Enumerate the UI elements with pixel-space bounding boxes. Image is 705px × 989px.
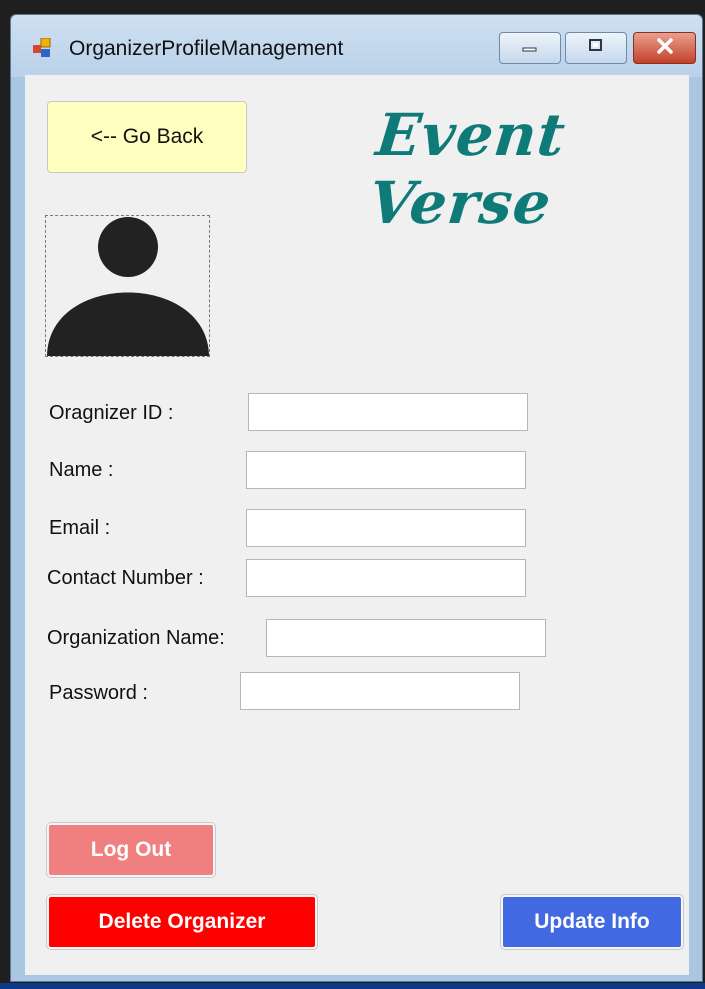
title-bar[interactable]: OrganizerProfileManagement	[11, 15, 702, 77]
app-icon	[33, 37, 53, 58]
taskbar-edge	[0, 983, 705, 989]
close-icon	[656, 37, 674, 59]
delete-organizer-button[interactable]: Delete Organizer	[46, 894, 318, 950]
window-title: OrganizerProfileManagement	[69, 37, 344, 60]
app-window: OrganizerProfileManagement <-- Go Back E…	[10, 14, 703, 982]
close-button[interactable]	[633, 32, 696, 64]
logout-button[interactable]: Log Out	[46, 822, 216, 878]
minimize-button[interactable]	[499, 32, 561, 64]
maximize-button[interactable]	[565, 32, 627, 64]
name-input[interactable]	[246, 451, 526, 489]
update-info-button[interactable]: Update Info	[500, 894, 684, 950]
organizer-id-label: Oragnizer ID :	[49, 402, 174, 424]
organizer-id-input[interactable]	[248, 393, 528, 431]
organization-name-input[interactable]	[266, 619, 546, 657]
contact-number-label: Contact Number :	[47, 567, 204, 589]
maximize-icon	[588, 38, 604, 58]
brand-logo: Event Verse	[365, 101, 569, 237]
name-label: Name :	[49, 459, 114, 481]
go-back-button[interactable]: <-- Go Back	[47, 101, 247, 173]
password-input[interactable]	[240, 672, 520, 710]
form-client-area: <-- Go Back Event Verse Oragnizer ID : N…	[25, 75, 689, 975]
minimize-icon	[522, 39, 538, 57]
user-avatar-icon	[46, 217, 209, 356]
organization-name-label: Organization Name:	[47, 627, 225, 649]
email-input[interactable]	[246, 509, 526, 547]
password-label: Password :	[49, 682, 148, 704]
contact-number-input[interactable]	[246, 559, 526, 597]
email-label: Email :	[49, 517, 111, 539]
profile-picture	[45, 215, 210, 357]
